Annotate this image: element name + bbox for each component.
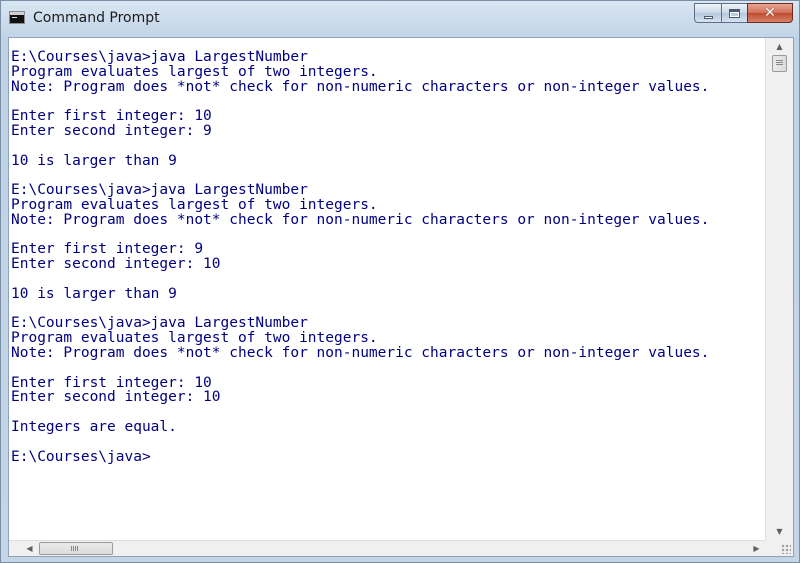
cmd-icon[interactable]	[9, 11, 25, 24]
vertical-scroll-thumb[interactable]	[772, 55, 787, 72]
scroll-right-button[interactable]: ▶	[748, 541, 765, 556]
maximize-button[interactable]	[721, 3, 747, 23]
size-grip-corner[interactable]	[765, 540, 793, 556]
scroll-left-icon: ◀	[26, 544, 33, 553]
horizontal-scrollbar[interactable]: ◀ ▶	[9, 540, 765, 556]
scroll-up-icon: ▲	[776, 42, 783, 51]
scroll-down-icon: ▼	[776, 527, 783, 536]
scroll-left-button[interactable]: ◀	[21, 541, 38, 556]
title-bar[interactable]: Command Prompt ✕	[1, 1, 799, 37]
console-client-area: E:\Courses\java>java LargestNumber Progr…	[8, 37, 794, 557]
horizontal-scroll-thumb[interactable]	[39, 542, 113, 555]
window-title: Command Prompt	[33, 10, 160, 26]
vertical-scrollbar[interactable]: ▲ ▼	[765, 38, 793, 540]
scroll-right-icon: ▶	[753, 544, 760, 553]
close-button[interactable]: ✕	[747, 3, 793, 23]
resize-grip-icon[interactable]	[781, 544, 791, 554]
scroll-down-button[interactable]: ▼	[766, 523, 793, 540]
console-output-area[interactable]: E:\Courses\java>java LargestNumber Progr…	[9, 38, 765, 540]
minimize-icon	[703, 15, 713, 19]
maximize-icon	[729, 8, 740, 18]
close-icon: ✕	[764, 5, 776, 21]
console-output-text: E:\Courses\java>java LargestNumber Progr…	[11, 49, 710, 465]
scroll-up-button[interactable]: ▲	[766, 38, 793, 55]
window-controls: ✕	[694, 3, 793, 24]
command-prompt-window: Command Prompt ✕ E:\Courses\java>java La…	[0, 0, 800, 563]
minimize-button[interactable]	[694, 3, 721, 23]
